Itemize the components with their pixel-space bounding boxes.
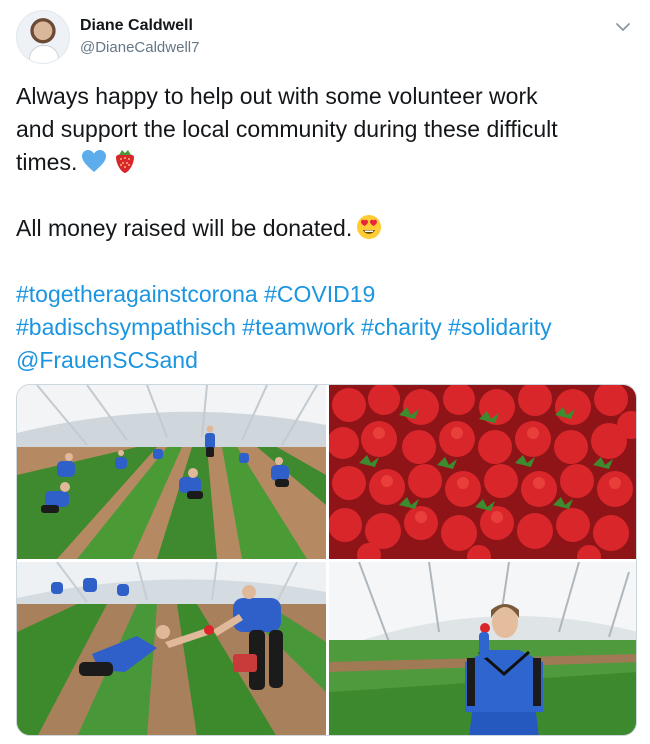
user-handle[interactable]: @DianeCaldwell7 bbox=[80, 38, 199, 58]
tweet-card: Diane Caldwell @DianeCaldwell7 Always ha… bbox=[0, 0, 650, 744]
hashtag-link[interactable]: #badischsympathisch bbox=[16, 314, 236, 340]
hashtag-line: #togetheragainstcorona #COVID19 bbox=[16, 278, 636, 311]
hashtag-link[interactable]: #teamwork bbox=[242, 314, 354, 340]
mention-line: @FrauenSCSand bbox=[16, 344, 636, 377]
hashtag-link[interactable]: #COVID19 bbox=[264, 281, 375, 307]
tweet-line: All money raised will be donated. bbox=[16, 212, 636, 245]
tweet-line: and support the local community during t… bbox=[16, 116, 558, 142]
user-names[interactable]: Diane Caldwell @DianeCaldwell7 bbox=[80, 16, 199, 58]
strawberries-image bbox=[329, 385, 636, 559]
strawberry-icon bbox=[116, 150, 135, 173]
blue-heart-icon bbox=[82, 150, 107, 172]
photo-field-team[interactable] bbox=[17, 385, 326, 559]
mention-link[interactable]: @FrauenSCSand bbox=[16, 347, 198, 373]
player-strawberry-image bbox=[329, 562, 636, 735]
display-name[interactable]: Diane Caldwell bbox=[80, 16, 199, 36]
tweet-text: Always happy to help out with some volun… bbox=[16, 80, 636, 377]
hashtag-link[interactable]: #solidarity bbox=[448, 314, 552, 340]
field-team-image bbox=[17, 385, 326, 559]
tweet-header: Diane Caldwell @DianeCaldwell7 bbox=[16, 10, 636, 66]
chevron-down-icon[interactable] bbox=[614, 18, 632, 36]
avatar-shirt bbox=[29, 45, 59, 63]
photo-strawberries[interactable] bbox=[329, 385, 636, 559]
photo-handing-strawberry[interactable] bbox=[17, 562, 326, 735]
tweet-line: times. bbox=[16, 146, 636, 179]
heart-eyes-icon bbox=[357, 215, 382, 239]
photo-player-strawberry[interactable] bbox=[329, 562, 636, 735]
media-grid bbox=[16, 384, 637, 736]
tweet-line-text: All money raised will be donated. bbox=[16, 215, 353, 241]
handing-strawberry-image bbox=[17, 562, 326, 735]
tweet-line: Always happy to help out with some volun… bbox=[16, 83, 538, 109]
avatar[interactable] bbox=[16, 10, 70, 64]
hashtag-link[interactable]: #charity bbox=[361, 314, 442, 340]
hashtag-link[interactable]: #togetheragainstcorona bbox=[16, 281, 258, 307]
hashtag-line: #badischsympathisch #teamwork #charity #… bbox=[16, 311, 636, 344]
tweet-line-text: times. bbox=[16, 149, 78, 175]
